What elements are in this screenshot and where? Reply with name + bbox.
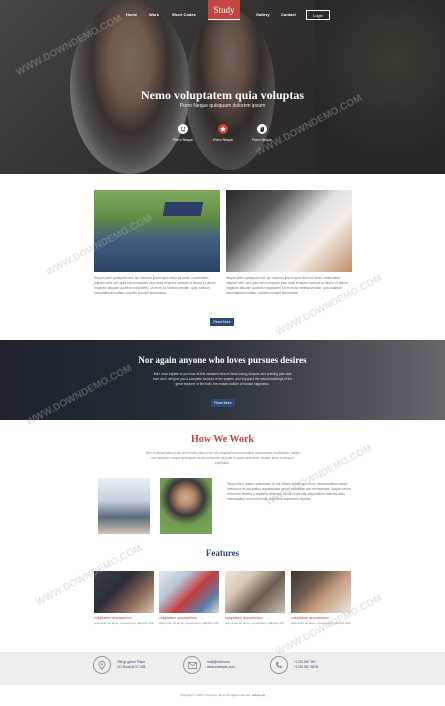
feature-title[interactable]: voluptatem accusantium bbox=[94, 616, 154, 620]
contact-phone: +1234 567 567 +1234 567 6578 bbox=[270, 656, 318, 674]
page: Home Work Short Codes Gallery Contact Lo… bbox=[0, 0, 445, 706]
envelope-icon bbox=[183, 656, 201, 674]
address-line-2: CD-Road,M 07 435. bbox=[117, 665, 147, 669]
read-more-button[interactable]: Read More bbox=[210, 318, 234, 326]
nav-item-contact[interactable]: Contact bbox=[281, 12, 296, 17]
hero-overlay bbox=[0, 0, 445, 174]
graduation-cap-graphic bbox=[162, 202, 204, 216]
hero-feature-1: Porro Neque bbox=[168, 124, 198, 142]
hero-banner bbox=[0, 0, 445, 174]
hero-feature-label: Porro Neque bbox=[213, 138, 233, 142]
website-address[interactable]: www.example.com bbox=[207, 665, 234, 670]
how-we-work-title: How We Work bbox=[191, 434, 254, 445]
copyright-footer: Copyright © 2015 Company name All rights… bbox=[0, 693, 445, 697]
address-text: 756 gt globel Place CD-Road,M 07 435. bbox=[117, 660, 146, 670]
feature-text: quia dolor sit amet, consectetur, adipis… bbox=[225, 621, 285, 625]
copyright-text: Copyright © 2015 Company name All rights… bbox=[179, 693, 252, 697]
map-pin-icon bbox=[93, 656, 111, 674]
band-read-more-button[interactable]: Read More bbox=[211, 399, 235, 407]
feature-text: quia dolor sit amet, consectetur, adipis… bbox=[159, 621, 219, 625]
nav-item-work[interactable]: Work bbox=[149, 12, 159, 17]
phone-text: +1234 567 567 +1234 567 6578 bbox=[294, 660, 318, 670]
hero-subtitle: Porro Neque quisquam dolorem ipsum bbox=[179, 103, 266, 109]
hero-feature-2: Porro Neque bbox=[208, 124, 238, 142]
student-portrait-photo bbox=[160, 478, 212, 534]
intro-card-text: Neque porro quisquam est, qui dolorem ip… bbox=[94, 276, 216, 295]
email-text: mail@mail.com www.example.com bbox=[207, 660, 234, 670]
features-title: Features bbox=[205, 548, 240, 558]
contact-email: mail@mail.com www.example.com bbox=[183, 656, 234, 674]
nav-item-gallery[interactable]: Gallery bbox=[256, 12, 270, 17]
hero-feature-label: Porro Neque bbox=[173, 138, 193, 142]
intro-card-2: Neque porro quisquam est, qui dolorem ip… bbox=[226, 190, 352, 296]
feature-title[interactable]: voluptatem accusantium bbox=[159, 616, 219, 620]
login-button[interactable]: Login bbox=[306, 10, 330, 20]
feature-photo bbox=[291, 571, 351, 613]
feature-title[interactable]: voluptatem accusantium bbox=[225, 616, 285, 620]
nav-item-home[interactable]: Home bbox=[126, 12, 137, 17]
quote-band-text: But I must explain to you how all this m… bbox=[152, 372, 293, 386]
feature-text: quia dolor sit amet, consectetur, adipis… bbox=[94, 621, 154, 625]
phone-icon bbox=[270, 656, 288, 674]
feature-photo bbox=[94, 571, 154, 613]
footer-brand-link[interactable]: w3layouts bbox=[252, 693, 265, 697]
nav-item-short-codes[interactable]: Short Codes bbox=[172, 12, 196, 17]
star-badge-icon bbox=[218, 124, 228, 134]
hand-icon bbox=[257, 124, 267, 134]
contact-address: 756 gt globel Place CD-Road,M 07 435. bbox=[93, 656, 146, 674]
intro-card-text: Neque porro quisquam est, qui dolorem ip… bbox=[226, 276, 348, 295]
smile-icon bbox=[178, 124, 188, 134]
site-logo[interactable]: Study bbox=[208, 0, 240, 20]
feature-photo bbox=[225, 571, 285, 613]
quote-band-title: Nor again anyone who loves pursues desir… bbox=[138, 355, 307, 365]
feature-card-2[interactable]: voluptatem accusantium quia dolor sit am… bbox=[159, 571, 219, 626]
feature-photo bbox=[159, 571, 219, 613]
feature-card-3[interactable]: voluptatem accusantium quia dolor sit am… bbox=[225, 571, 285, 626]
hero-title: Nemo voluptatem quia voluptas bbox=[140, 88, 304, 102]
how-we-work-subtitle: Sed ut perspiciatis unde omnis iste natu… bbox=[145, 451, 300, 465]
phone-number-2: +1234 567 6578 bbox=[294, 665, 318, 669]
study-desk-photo bbox=[226, 190, 352, 272]
office-meeting-photo bbox=[98, 478, 150, 534]
feature-card-1[interactable]: voluptatem accusantium quia dolor sit am… bbox=[94, 571, 154, 626]
